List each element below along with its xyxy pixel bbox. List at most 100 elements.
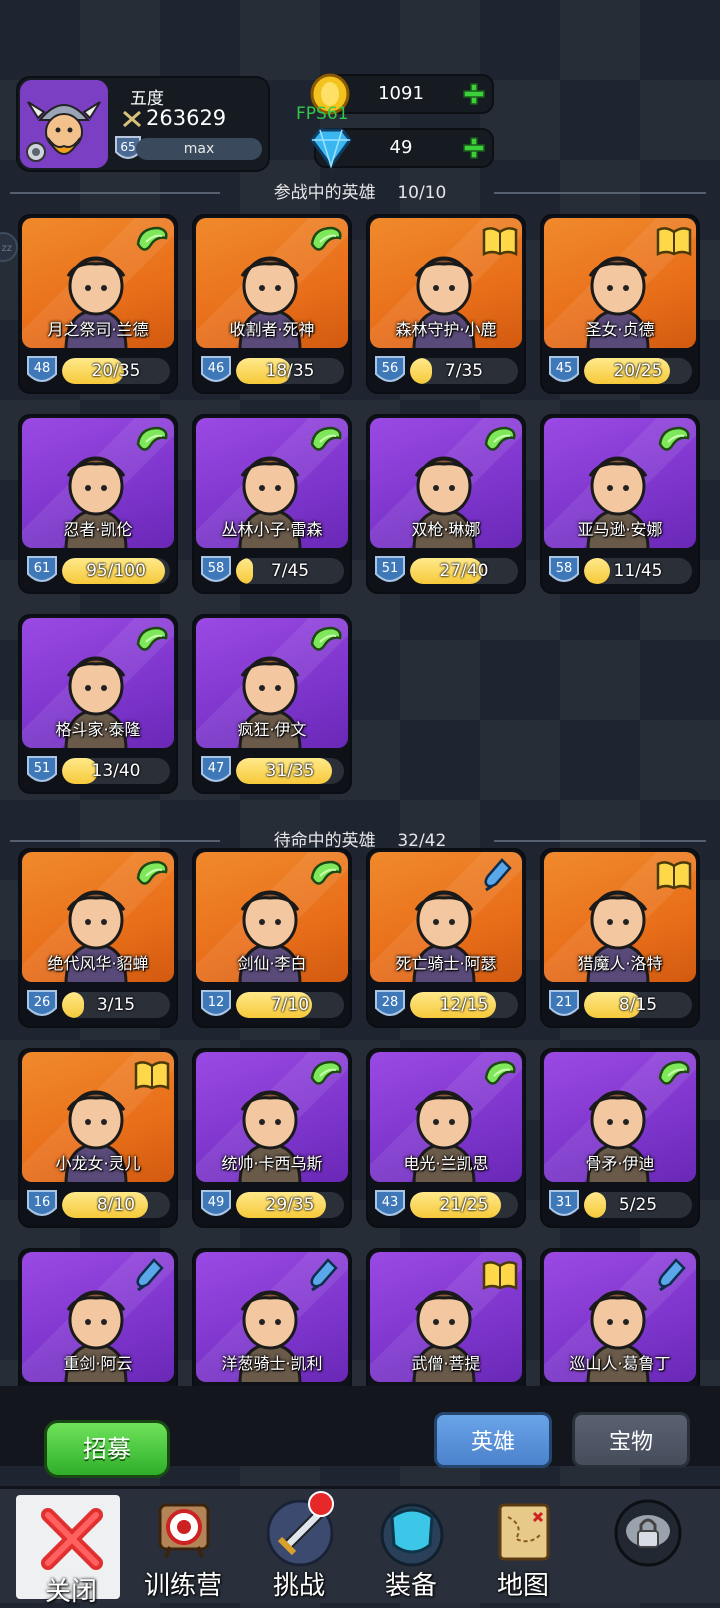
hero-card[interactable]: 亚马逊·安娜 58 11/45	[540, 414, 700, 594]
hero-card[interactable]: 猎魔人·洛特 21 8/15	[540, 848, 700, 1028]
nav-close[interactable]: 关闭	[16, 1495, 120, 1607]
hero-name: 死亡骑士·阿瑟	[395, 954, 497, 973]
tab-heroes[interactable]: 英雄	[434, 1412, 552, 1468]
hero-name: 疯狂·伊文	[237, 720, 307, 739]
hero-card[interactable]: 格斗家·泰隆 51 13/40	[18, 614, 178, 794]
hero-name: 骨矛·伊迪	[585, 1154, 655, 1173]
hero-card[interactable]: 统帅·卡西乌斯 49 29/35	[192, 1048, 352, 1228]
fps-counter: FPS61	[296, 104, 349, 124]
hero-level: 31	[555, 1195, 573, 1210]
hero-card[interactable]: 丛林小子·雷森 58 7/45	[192, 414, 352, 594]
hero-name: 丛林小子·雷森	[221, 520, 323, 539]
map-icon	[498, 1503, 550, 1561]
hero-level: 12	[207, 995, 225, 1010]
hero-level: 56	[381, 361, 399, 376]
hero-card[interactable]: 剑仙·李白 12 7/10	[192, 848, 352, 1028]
locked-icon	[614, 1499, 682, 1567]
hero-card[interactable]: 电光·兰凯思 43 21/25	[366, 1048, 526, 1228]
hero-level: 21	[555, 995, 573, 1010]
add-gems-icon[interactable]	[462, 136, 486, 160]
nav-training-camp[interactable]: 训练营	[128, 1489, 238, 1601]
gem-counter: 49	[310, 128, 494, 169]
recruit-button[interactable]: 招募	[44, 1420, 170, 1478]
wing-badge-icon	[310, 426, 342, 451]
hero-name: 电光·兰凯思	[403, 1154, 489, 1173]
hero-card[interactable]: 疯狂·伊文 47 31/35	[192, 614, 352, 794]
hero-shard-progress: 8/10	[96, 1195, 136, 1215]
settings-gear-icon[interactable]	[24, 140, 48, 164]
equipment-icon	[380, 1503, 444, 1567]
side-handle-icon[interactable]: zz	[0, 232, 18, 262]
hero-level: 28	[381, 995, 399, 1010]
hero-level: 47	[207, 761, 225, 776]
hero-card[interactable]: 死亡骑士·阿瑟 28 12/15	[366, 848, 526, 1028]
add-gold-icon[interactable]	[462, 82, 486, 106]
hero-card[interactable]: 忍者·凯伦 61 95/100	[18, 414, 178, 594]
nav-challenge[interactable]: 挑战	[244, 1489, 354, 1601]
hero-card[interactable]: 圣女·贞德 45 20/25	[540, 214, 700, 394]
hero-name: 忍者·凯伦	[63, 520, 133, 539]
nav-locked[interactable]	[592, 1489, 702, 1599]
hero-name: 圣女·贞德	[585, 320, 655, 339]
hero-shard-progress: 95/100	[86, 561, 146, 581]
challenge-notification-dot	[308, 1491, 334, 1517]
nav-close-label: 关闭	[44, 1577, 97, 1607]
hero-shard-progress: 13/40	[91, 761, 141, 781]
hero-name: 猎魔人·洛特	[577, 954, 663, 973]
wing-badge-icon	[310, 226, 342, 251]
book-badge-icon	[656, 227, 692, 257]
hero-card[interactable]: 森林守护·小鹿 56 7/35	[366, 214, 526, 394]
hero-card[interactable]: 收割者·死神 46 18/35	[192, 214, 352, 394]
hero-level: 45	[555, 361, 573, 376]
nav-equipment[interactable]: 装备	[356, 1489, 466, 1601]
hero-shard-progress: 31/35	[265, 761, 315, 781]
hero-name: 洋葱骑士·凯利	[221, 1354, 323, 1373]
combat-power: 263629	[146, 106, 227, 130]
hero-shard-progress: 20/25	[613, 361, 663, 381]
hero-level: 26	[33, 995, 51, 1010]
nav-map-label: 地图	[496, 1571, 549, 1601]
potion-badge-icon	[310, 1258, 338, 1292]
wing-badge-icon	[136, 626, 168, 651]
potion-badge-icon	[484, 858, 512, 892]
wing-badge-icon	[310, 860, 342, 885]
hero-shard-progress: 7/35	[444, 361, 484, 381]
close-icon	[41, 1508, 103, 1570]
hero-card[interactable]: 双枪·琳娜 51 27/40	[366, 414, 526, 594]
hero-level: 43	[381, 1195, 399, 1210]
gem-amount: 49	[389, 137, 413, 158]
player-avatar[interactable]	[20, 80, 108, 168]
hero-level: 46	[207, 361, 225, 376]
hero-shard-progress: 20/35	[91, 361, 141, 381]
hero-card[interactable]: 月之祭司·兰德 48 20/35	[18, 214, 178, 394]
potion-badge-icon	[136, 1258, 164, 1292]
hero-name: 绝代风华·貂蝉	[47, 954, 149, 973]
hero-card[interactable]: 小龙女·灵儿 16 8/10	[18, 1048, 178, 1228]
hero-name: 统帅·卡西乌斯	[221, 1154, 323, 1173]
hero-card[interactable]: 绝代风华·貂蝉 26 3/15	[18, 848, 178, 1028]
hero-shard-progress: 29/35	[265, 1195, 315, 1215]
hero-card[interactable]: 骨矛·伊迪 31 5/25	[540, 1048, 700, 1228]
hero-name: 收割者·死神	[229, 320, 315, 339]
hero-name: 格斗家·泰隆	[55, 720, 141, 739]
wing-badge-icon	[484, 426, 516, 451]
hero-name: 月之祭司·兰德	[47, 320, 149, 339]
wing-badge-icon	[484, 1060, 516, 1085]
active-heroes-count: 10/10	[397, 183, 447, 203]
hero-level: 16	[33, 1195, 51, 1210]
wing-badge-icon	[136, 860, 168, 885]
potion-badge-icon	[658, 1258, 686, 1292]
hero-level: 48	[33, 361, 51, 376]
nav-challenge-label: 挑战	[272, 1571, 325, 1601]
book-badge-icon	[656, 861, 692, 891]
wing-badge-icon	[658, 1060, 690, 1085]
wing-badge-icon	[310, 626, 342, 651]
hero-name: 小龙女·灵儿	[55, 1154, 141, 1173]
nav-map[interactable]: 地图	[468, 1489, 578, 1601]
wing-badge-icon	[136, 426, 168, 451]
hero-name: 双枪·琳娜	[411, 520, 481, 539]
player-profile[interactable]: 五度 263629 65 max	[16, 76, 270, 172]
tab-treasure[interactable]: 宝物	[572, 1412, 690, 1468]
hero-name: 剑仙·李白	[237, 954, 307, 973]
hero-name: 森林守护·小鹿	[395, 320, 497, 339]
